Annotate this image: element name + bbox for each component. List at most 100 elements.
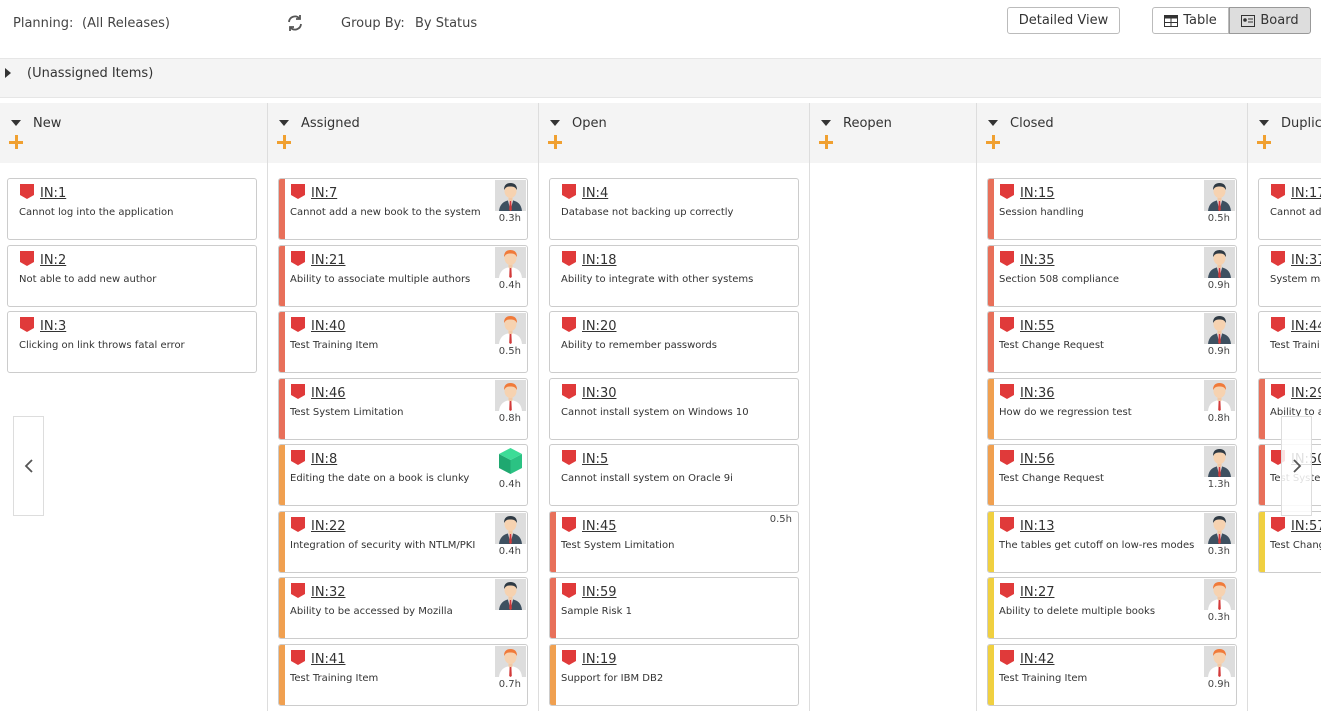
add-item-icon[interactable]: [9, 135, 23, 149]
card-title: Session handling: [999, 207, 1084, 218]
collapse-caret-icon[interactable]: [1259, 120, 1269, 126]
card-id-link[interactable]: IN:8: [311, 452, 337, 467]
unassigned-items-row[interactable]: (Unassigned Items): [0, 58, 1321, 98]
incident-card[interactable]: IN:57 Test Chang: [1258, 511, 1321, 573]
incident-card[interactable]: IN:5 Cannot install system on Oracle 9i: [549, 444, 799, 506]
priority-stripe: [279, 179, 285, 239]
avatar: [495, 180, 526, 211]
priority-stripe: [988, 246, 994, 306]
card-title: Ability to be accessed by Mozilla: [290, 606, 453, 617]
card-id-link[interactable]: IN:40: [311, 319, 345, 334]
incident-card[interactable]: IN:35 Section 508 compliance 0.9h: [987, 245, 1237, 307]
card-id-link[interactable]: IN:37: [1291, 253, 1321, 268]
incident-card[interactable]: IN:1 Cannot log into the application: [7, 178, 257, 240]
card-id-link[interactable]: IN:29: [1291, 386, 1321, 401]
card-id-link[interactable]: IN:32: [311, 585, 345, 600]
add-item-icon[interactable]: [986, 135, 1000, 149]
incident-card[interactable]: IN:2 Not able to add new author: [7, 245, 257, 307]
scroll-right-button[interactable]: [1281, 416, 1312, 516]
incident-card[interactable]: IN:22 Integration of security with NTLM/P…: [278, 511, 528, 573]
card-id-link[interactable]: IN:45: [582, 519, 616, 534]
card-id-link[interactable]: IN:55: [1020, 319, 1054, 334]
board-view-button[interactable]: Board: [1229, 7, 1311, 34]
incident-card[interactable]: IN:27 Ability to delete multiple books 0.3…: [987, 577, 1237, 639]
incident-card[interactable]: IN:37 System ma: [1258, 245, 1321, 307]
card-id-link[interactable]: IN:3: [40, 319, 66, 334]
card-id-link[interactable]: IN:35: [1020, 253, 1054, 268]
card-id-link[interactable]: IN:18: [582, 253, 616, 268]
incident-card[interactable]: IN:42 Test Training Item 0.9h: [987, 644, 1237, 706]
add-item-icon[interactable]: [1257, 135, 1271, 149]
card-title: How do we regression test: [999, 407, 1132, 418]
incident-card[interactable]: IN:15 Session handling 0.5h: [987, 178, 1237, 240]
incident-card[interactable]: IN:55 Test Change Request 0.9h: [987, 311, 1237, 373]
card-id-link[interactable]: IN:22: [311, 519, 345, 534]
table-view-button[interactable]: Table: [1152, 7, 1229, 34]
add-item-icon[interactable]: [277, 135, 291, 149]
incident-card[interactable]: IN:44 Test Traini: [1258, 311, 1321, 373]
incident-card[interactable]: IN:59 Sample Risk 1: [549, 577, 799, 639]
incident-card[interactable]: IN:46 Test System Limitation 0.8h: [278, 378, 528, 440]
expand-caret-icon[interactable]: [5, 68, 11, 78]
card-id-link[interactable]: IN:57: [1291, 519, 1321, 534]
incident-card[interactable]: IN:45 Test System Limitation 0.5h: [549, 511, 799, 573]
incident-card[interactable]: IN:18 Ability to integrate with other sys…: [549, 245, 799, 307]
incident-card[interactable]: IN:41 Test Training Item 0.7h: [278, 644, 528, 706]
card-id-link[interactable]: IN:36: [1020, 386, 1054, 401]
card-id-link[interactable]: IN:13: [1020, 519, 1054, 534]
card-id-link[interactable]: IN:56: [1020, 452, 1054, 467]
incident-card[interactable]: IN:13 The tables get cutoff on low-res mo…: [987, 511, 1237, 573]
estimate-hours: 0.3h: [498, 213, 521, 224]
card-id-link[interactable]: IN:21: [311, 253, 345, 268]
incident-card[interactable]: IN:7 Cannot add a new book to the system 0…: [278, 178, 528, 240]
incident-card[interactable]: IN:36 How do we regression test 0.8h: [987, 378, 1237, 440]
estimate-hours: 0.8h: [498, 413, 521, 424]
planning-select[interactable]: (All Releases): [82, 16, 170, 31]
scroll-left-button[interactable]: [13, 416, 44, 516]
incident-card[interactable]: IN:20 Ability to remember passwords: [549, 311, 799, 373]
card-id-link[interactable]: IN:17: [1291, 186, 1321, 201]
card-id-link[interactable]: IN:2: [40, 253, 66, 268]
card-id-link[interactable]: IN:7: [311, 186, 337, 201]
card-id-link[interactable]: IN:19: [582, 652, 616, 667]
incident-card[interactable]: IN:3 Clicking on link throws fatal error: [7, 311, 257, 373]
collapse-caret-icon[interactable]: [279, 120, 289, 126]
collapse-caret-icon[interactable]: [11, 120, 21, 126]
column-2: Assigned IN:7 Cannot add a new book to the…: [268, 103, 539, 711]
card-id-link[interactable]: IN:27: [1020, 585, 1054, 600]
incident-card[interactable]: IN:30 Cannot install system on Windows 10: [549, 378, 799, 440]
card-id-link[interactable]: IN:20: [582, 319, 616, 334]
kanban-board: New IN:1 Cannot log into the application IN…: [0, 103, 1321, 711]
card-id-link[interactable]: IN:41: [311, 652, 345, 667]
column-header: Duplic: [1248, 103, 1321, 163]
card-id-link[interactable]: IN:42: [1020, 652, 1054, 667]
card-id-link[interactable]: IN:15: [1020, 186, 1054, 201]
estimate-hours: 0.7h: [498, 679, 521, 690]
collapse-caret-icon[interactable]: [550, 120, 560, 126]
card-id-link[interactable]: IN:59: [582, 585, 616, 600]
detailed-view-button[interactable]: Detailed View: [1007, 7, 1120, 34]
collapse-caret-icon[interactable]: [988, 120, 998, 126]
add-item-icon[interactable]: [819, 135, 833, 149]
card-id-link[interactable]: IN:5: [582, 452, 608, 467]
incident-card[interactable]: IN:17 Cannot add: [1258, 178, 1321, 240]
card-id-link[interactable]: IN:46: [311, 386, 345, 401]
card-id-link[interactable]: IN:4: [582, 186, 608, 201]
add-item-icon[interactable]: [548, 135, 562, 149]
estimate-hours: 0.3h: [1207, 546, 1230, 557]
card-id-link[interactable]: IN:1: [40, 186, 66, 201]
incident-card[interactable]: IN:32 Ability to be accessed by Mozilla: [278, 577, 528, 639]
card-id-link[interactable]: IN:44: [1291, 319, 1321, 334]
incident-card[interactable]: IN:8 Editing the date on a book is clunky…: [278, 444, 528, 506]
incident-card[interactable]: IN:19 Support for IBM DB2: [549, 644, 799, 706]
incident-card[interactable]: IN:21 Ability to associate multiple autho…: [278, 245, 528, 307]
collapse-caret-icon[interactable]: [821, 120, 831, 126]
incident-card[interactable]: IN:4 Database not backing up correctly: [549, 178, 799, 240]
incident-card[interactable]: IN:56 Test Change Request 1.3h: [987, 444, 1237, 506]
refresh-icon[interactable]: [286, 14, 304, 32]
avatar: [495, 313, 526, 344]
group-by-select[interactable]: By Status: [415, 16, 477, 31]
card-id-link[interactable]: IN:30: [582, 386, 616, 401]
estimate-hours: 0.8h: [1207, 413, 1230, 424]
incident-card[interactable]: IN:40 Test Training Item 0.5h: [278, 311, 528, 373]
